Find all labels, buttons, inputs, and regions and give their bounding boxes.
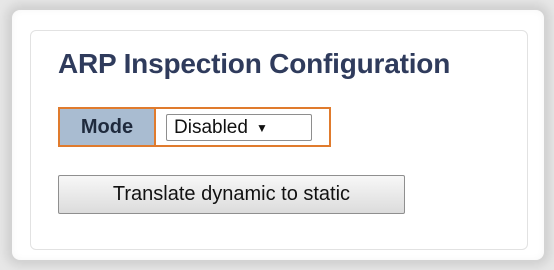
mode-select[interactable]: Disabled ▼ — [166, 114, 312, 141]
triangle-down-icon: ▼ — [255, 120, 268, 135]
translate-dynamic-to-static-button[interactable]: Translate dynamic to static — [58, 175, 405, 214]
mode-row: Mode Disabled ▼ — [58, 107, 331, 147]
mode-select-value: Disabled — [174, 116, 248, 138]
mode-label: Mode — [60, 109, 156, 145]
mode-cell: Disabled ▼ — [156, 109, 329, 145]
page-title: ARP Inspection Configuration — [58, 48, 451, 79]
